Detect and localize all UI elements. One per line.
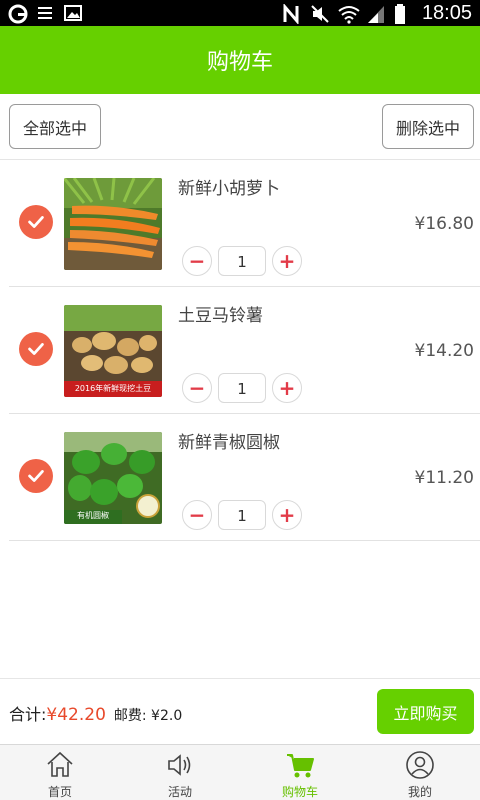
item-checkbox[interactable] (19, 205, 53, 239)
image-caption: 2016年新鲜现挖土豆 (74, 384, 152, 393)
carrots-image (64, 178, 162, 270)
item-price: ¥11.20 (414, 468, 474, 488)
item-checkbox[interactable] (19, 332, 53, 366)
tab-label: 首页 (47, 785, 72, 799)
status-bar: 18:05 (0, 0, 480, 26)
decrease-button[interactable]: − (182, 373, 212, 403)
checkmark-icon (28, 216, 44, 228)
tab-home[interactable]: 首页 (0, 745, 120, 800)
app-header: 购物车 (0, 26, 480, 94)
buy-now-button[interactable]: 立即购买 (377, 689, 474, 734)
total-label: 合计: (9, 705, 47, 724)
tab-activity[interactable]: 活动 (120, 745, 240, 800)
item-price: ¥16.80 (414, 214, 474, 234)
cart-item: 2016年新鲜现挖土豆 土豆马铃薯 ¥14.20 − 1 + (9, 287, 480, 414)
bottom-nav: 首页 活动 购物车 我的 (0, 744, 480, 800)
tab-label: 购物车 (281, 785, 318, 799)
tab-label: 我的 (407, 785, 432, 799)
tab-label: 活动 (167, 785, 192, 799)
item-price: ¥14.20 (414, 341, 474, 361)
clock: 18:05 (421, 1, 472, 24)
cart-item: 有机圆椒 新鲜青椒圆椒 ¥11.20 − 1 + (9, 414, 480, 541)
order-summary: 合计: ¥42.20 邮费: ¥2.0 立即购买 (0, 678, 480, 744)
quantity-input[interactable]: 1 (218, 373, 266, 403)
quantity-stepper: − 1 + (182, 246, 302, 276)
user-icon (406, 751, 434, 779)
checkmark-icon (28, 470, 44, 482)
nfc-icon (282, 2, 300, 26)
image-caption: 有机圆椒 (77, 511, 109, 520)
delete-selected-button[interactable]: 删除选中 (381, 104, 474, 149)
increase-button[interactable]: + (272, 246, 302, 276)
tab-cart[interactable]: 购物车 (240, 745, 360, 800)
item-name: 土豆马铃薯 (178, 306, 263, 326)
item-name: 新鲜小胡萝卜 (178, 179, 280, 199)
quantity-stepper: − 1 + (182, 500, 302, 530)
page-title: 购物车 (206, 50, 273, 75)
quantity-input[interactable]: 1 (218, 500, 266, 530)
item-checkbox[interactable] (19, 459, 53, 493)
wifi-icon (338, 4, 360, 24)
signal-icon (366, 4, 384, 23)
home-icon (47, 751, 73, 777)
tab-profile[interactable]: 我的 (360, 745, 480, 800)
cart-icon (287, 754, 314, 778)
item-name: 新鲜青椒圆椒 (178, 433, 280, 453)
cart-item: 新鲜小胡萝卜 ¥16.80 − 1 + (9, 160, 480, 287)
decrease-button[interactable]: − (182, 500, 212, 530)
browser-icon (8, 4, 28, 24)
battery-icon (394, 4, 412, 24)
potatoes-image: 2016年新鲜现挖土豆 (64, 305, 162, 397)
green-peppers-image: 有机圆椒 (64, 432, 162, 524)
total-section: 合计: ¥42.20 邮费: ¥2.0 (9, 701, 182, 725)
image-icon (64, 4, 82, 22)
increase-button[interactable]: + (272, 373, 302, 403)
total-value: ¥42.20 (46, 705, 106, 725)
menu-icon (36, 4, 54, 22)
speaker-icon (168, 754, 191, 776)
app-root: 18:05 购物车 全部选中 删除选中 新鲜小胡萝卜 ¥16.80 − 1 + … (0, 0, 480, 800)
checkmark-icon (28, 343, 44, 355)
quantity-stepper: − 1 + (182, 373, 302, 403)
select-all-button[interactable]: 全部选中 (9, 104, 102, 149)
cart-toolbar: 全部选中 删除选中 (0, 94, 480, 160)
shipping-fee: 邮费: ¥2.0 (113, 708, 183, 724)
quantity-input[interactable]: 1 (218, 246, 266, 276)
mute-icon (310, 4, 329, 23)
increase-button[interactable]: + (272, 500, 302, 530)
decrease-button[interactable]: − (182, 246, 212, 276)
